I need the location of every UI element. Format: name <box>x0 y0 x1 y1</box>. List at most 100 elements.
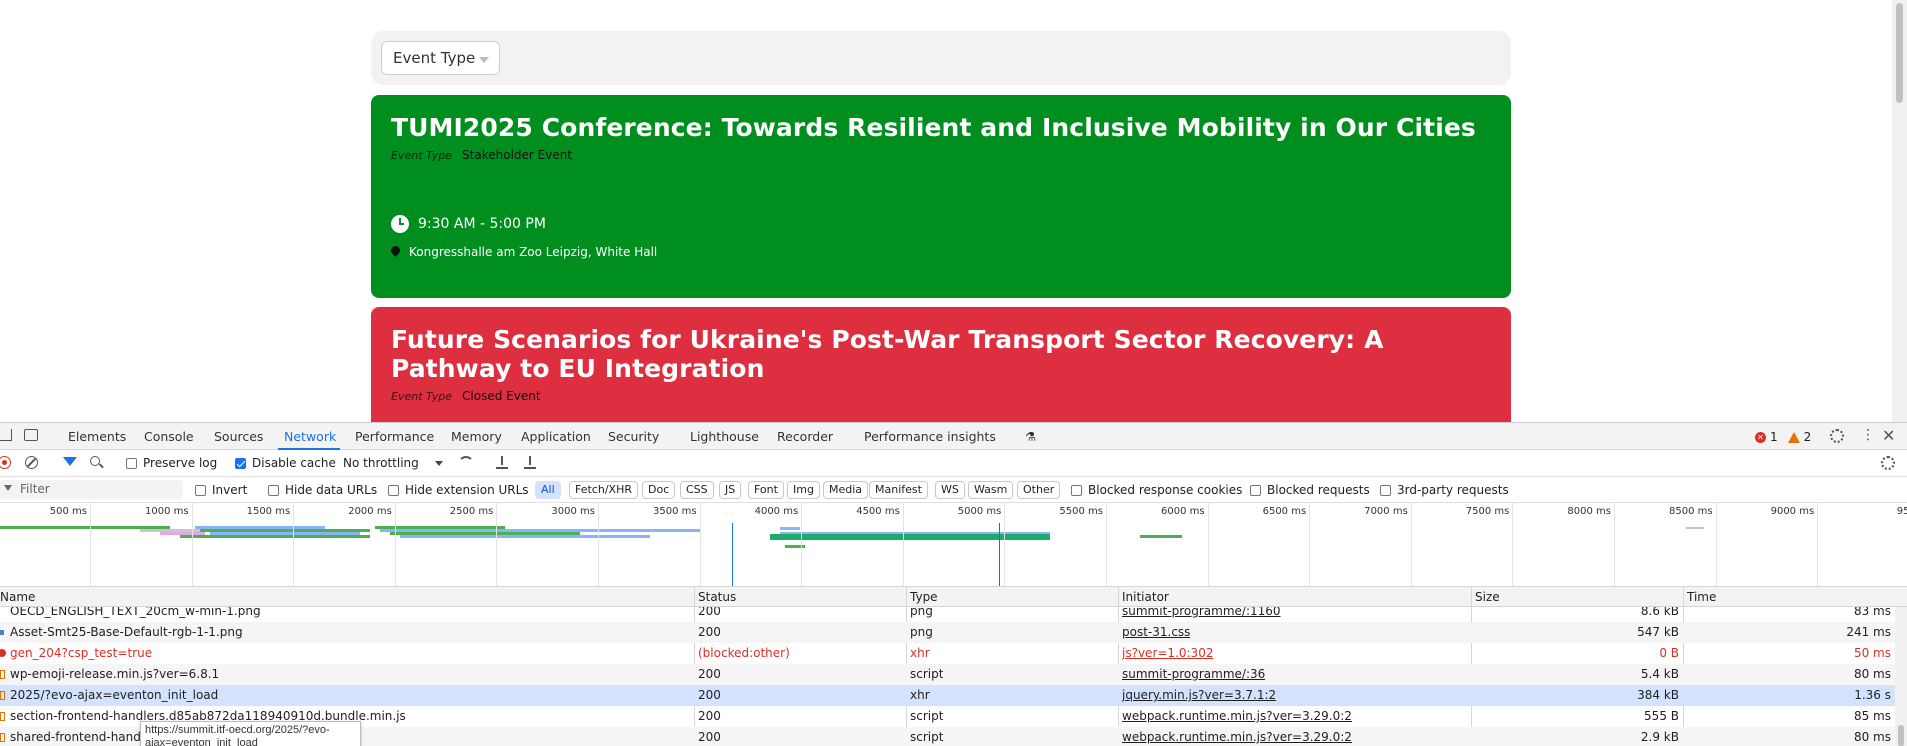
inspect-element-icon[interactable] <box>0 429 12 441</box>
table-row[interactable]: OECD_ENGLISH_TEXT_20cm_w-min-1.png 200 p… <box>0 607 1907 622</box>
event-title[interactable]: Future Scenarios for Ukraine's Post-War … <box>391 325 1491 383</box>
type-filter-font[interactable]: Font <box>748 481 784 499</box>
throttling-select[interactable]: No throttling <box>343 456 419 470</box>
issues-counter[interactable]: ✕ 1 2 <box>1755 430 1811 444</box>
device-toolbar-icon[interactable] <box>24 429 38 441</box>
request-initiator[interactable]: webpack.runtime.min.js?ver=3.29.0:2 <box>1122 709 1352 723</box>
request-size: 0 B <box>1659 646 1679 660</box>
invert-label: Invert <box>212 483 248 497</box>
type-filter-manifest[interactable]: Manifest <box>869 481 928 499</box>
more-options-icon[interactable]: ⋮ <box>1861 428 1875 442</box>
request-initiator[interactable]: js?ver=1.0:302 <box>1122 646 1213 660</box>
timeline-tick-label: 3500 ms <box>653 506 697 517</box>
timeline-tick-label: 6500 ms <box>1262 506 1307 517</box>
filter-icon[interactable] <box>63 457 77 466</box>
request-name: wp-emoji-release.min.js?ver=6.8.1 <box>10 667 220 681</box>
type-filter-fetch-xhr[interactable]: Fetch/XHR <box>569 481 638 499</box>
event-type-select[interactable]: Event Type <box>381 41 500 75</box>
column-header-status[interactable]: Status <box>698 590 736 604</box>
requests-scrollbar[interactable] <box>1895 607 1907 746</box>
hide-extension-urls-checkbox[interactable] <box>388 485 399 496</box>
hide-data-urls-checkbox[interactable] <box>268 485 279 496</box>
event-type-value: Closed Event <box>462 389 541 403</box>
settings-gear-icon[interactable] <box>1830 429 1844 443</box>
tab-performance-insights[interactable]: Performance insights <box>864 429 996 444</box>
page-scrollbar-thumb[interactable] <box>1896 3 1903 103</box>
type-filter-doc[interactable]: Doc <box>642 481 676 499</box>
tab-console[interactable]: Console <box>144 429 194 444</box>
third-party-label: 3rd-party requests <box>1397 483 1509 497</box>
table-row[interactable]: wp-emoji-release.min.js?ver=6.8.1 200 sc… <box>0 664 1907 685</box>
tab-security[interactable]: Security <box>608 429 659 444</box>
request-type: png <box>910 607 933 618</box>
request-size: 2.9 kB <box>1640 730 1679 744</box>
column-header-size[interactable]: Size <box>1475 590 1500 604</box>
tab-application[interactable]: Application <box>521 429 591 444</box>
map-pin-icon <box>391 246 400 259</box>
event-card[interactable]: TUMI2025 Conference: Towards Resilient a… <box>371 95 1511 298</box>
filter-input[interactable]: Filter <box>0 480 183 499</box>
clear-icon[interactable] <box>25 456 38 469</box>
tab-sources[interactable]: Sources <box>214 429 263 444</box>
request-initiator[interactable]: webpack.runtime.min.js?ver=3.29.0:2 <box>1122 730 1352 744</box>
blocked-cookies-checkbox[interactable] <box>1071 485 1082 496</box>
import-har-icon[interactable] <box>496 455 508 469</box>
type-filter-img[interactable]: Img <box>787 481 820 499</box>
network-settings-gear-icon[interactable] <box>1881 456 1895 470</box>
type-filter-js[interactable]: JS <box>719 481 742 499</box>
request-time: 241 ms <box>1846 625 1891 639</box>
blocked-requests-checkbox[interactable] <box>1250 485 1261 496</box>
timeline-tick-label: 2000 ms <box>348 506 392 517</box>
column-header-initiator[interactable]: Initiator <box>1122 590 1169 604</box>
request-status: 200 <box>698 688 721 702</box>
disable-cache-checkbox[interactable] <box>235 458 246 469</box>
script-file-icon <box>0 712 5 721</box>
tab-network[interactable]: Network <box>284 429 336 444</box>
tab-lighthouse[interactable]: Lighthouse <box>690 429 759 444</box>
requests-scrollbar-thumb[interactable] <box>1898 725 1904 746</box>
xhr-file-icon <box>0 691 5 700</box>
type-filter-wasm[interactable]: Wasm <box>968 481 1014 499</box>
tab-memory[interactable]: Memory <box>451 429 502 444</box>
record-icon[interactable] <box>0 456 11 469</box>
close-icon[interactable]: ✕ <box>1882 426 1895 445</box>
timeline-gridline <box>1004 503 1006 586</box>
request-initiator[interactable]: summit-programme/:1160 <box>1122 607 1281 618</box>
third-party-checkbox[interactable] <box>1380 485 1391 496</box>
request-type: xhr <box>910 688 930 702</box>
timeline-tick-label: 9000 ms <box>1770 506 1815 517</box>
tab-performance[interactable]: Performance <box>355 429 434 444</box>
table-row[interactable]: gen_204?csp_test=true (blocked:other) xh… <box>0 643 1907 664</box>
type-filter-media[interactable]: Media <box>823 481 869 499</box>
tab-elements[interactable]: Elements <box>68 429 126 444</box>
export-har-icon[interactable] <box>524 455 536 469</box>
event-type-row: Event Type Closed Event <box>391 389 1491 403</box>
table-row[interactable]: Asset-Smt25-Base-Default-rgb-1-1.png 200… <box>0 622 1907 643</box>
request-size: 8.6 kB <box>1640 607 1679 618</box>
event-card[interactable]: Future Scenarios for Ukraine's Post-War … <box>371 307 1511 422</box>
column-header-time[interactable]: Time <box>1687 590 1716 604</box>
type-filter-ws[interactable]: WS <box>935 481 965 499</box>
waterfall-bar <box>1686 527 1704 529</box>
type-filter-all[interactable]: All <box>535 481 561 499</box>
table-row[interactable]: 2025/?evo-ajax=eventon_init_load 200 xhr… <box>0 685 1907 706</box>
request-name: Asset-Smt25-Base-Default-rgb-1-1.png <box>10 625 243 639</box>
request-size: 384 kB <box>1637 688 1679 702</box>
request-initiator[interactable]: summit-programme/:36 <box>1122 667 1265 681</box>
search-icon[interactable] <box>90 456 100 466</box>
web-page: Event Type TUMI2025 Conference: Towards … <box>0 0 1892 422</box>
type-filter-other[interactable]: Other <box>1017 481 1061 499</box>
network-conditions-icon[interactable] <box>458 456 474 468</box>
request-initiator[interactable]: post-31.css <box>1122 625 1190 639</box>
event-title[interactable]: TUMI2025 Conference: Towards Resilient a… <box>391 113 1491 142</box>
tab-recorder[interactable]: Recorder <box>777 429 833 444</box>
column-header-name[interactable]: Name <box>0 590 35 604</box>
type-filter-css[interactable]: CSS <box>680 481 714 499</box>
invert-checkbox[interactable] <box>195 485 206 496</box>
preserve-log-checkbox[interactable] <box>126 458 137 469</box>
column-header-type[interactable]: Type <box>910 590 938 604</box>
network-overview-timeline[interactable]: 500 ms 1000 ms 1500 ms 2000 ms 2500 ms 3000 m… <box>0 503 1907 587</box>
request-initiator[interactable]: jquery.min.js?ver=3.7.1:2 <box>1122 688 1276 702</box>
request-time: 85 ms <box>1853 709 1891 723</box>
page-scrollbar[interactable] <box>1892 0 1907 422</box>
